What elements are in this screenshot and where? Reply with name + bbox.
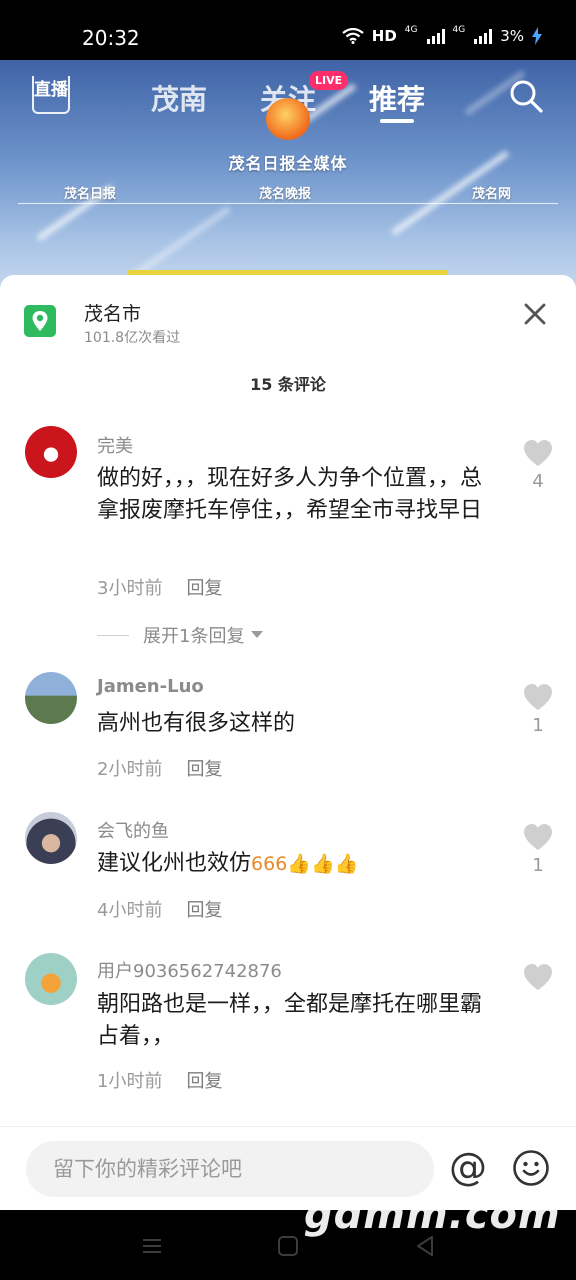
comment-meta: 4小时前 回复 xyxy=(97,896,222,922)
brand-logo xyxy=(266,98,310,140)
comment-count: 15 条评论 xyxy=(250,375,326,394)
live-badge: LIVE xyxy=(309,71,349,90)
heart-icon[interactable] xyxy=(523,963,553,991)
network-label-1: 4G xyxy=(404,25,418,35)
status-bar: 20:32 HD 4G 4G 3% xyxy=(0,0,576,60)
comment-text: 高州也有很多这样的 xyxy=(97,711,296,736)
brand-title: 茂名日报全媒体 xyxy=(228,154,348,173)
comment-emoji: 666👍👍👍 xyxy=(251,853,359,875)
comment-text-content: 建议化州也效仿 xyxy=(97,851,252,876)
comment-time: 3小时前 xyxy=(97,578,163,599)
brand-sub-web: 茂名网 xyxy=(472,187,512,202)
reply-button[interactable]: 回复 xyxy=(186,578,222,599)
close-icon[interactable] xyxy=(518,297,552,331)
avatar[interactable] xyxy=(25,672,77,724)
brand-sub-daily: 茂名日报 xyxy=(64,187,117,202)
comment-text: 建议化州也效仿666👍👍👍 xyxy=(97,848,497,880)
like-count: 4 xyxy=(532,471,544,492)
emoji-icon[interactable] xyxy=(512,1149,550,1187)
expand-replies-label: 展开1条回复 xyxy=(143,626,245,647)
location-pin-icon[interactable] xyxy=(24,305,56,337)
comment-text: 朝阳路也是一样，，全都是摩托在哪里霸占着，， xyxy=(97,992,483,1049)
comment-meta: 3小时前 回复 xyxy=(97,574,222,600)
menu-icon[interactable] xyxy=(138,1232,166,1260)
search-icon[interactable] xyxy=(508,78,544,114)
avatar[interactable] xyxy=(25,812,77,864)
tab-recommended[interactable]: 推荐 xyxy=(369,78,425,118)
avatar[interactable] xyxy=(25,953,77,1005)
charging-icon xyxy=(532,27,542,45)
heart-icon[interactable] xyxy=(523,823,553,851)
like-count: 1 xyxy=(532,715,544,736)
location-views: 101.8亿次看过 xyxy=(84,330,181,346)
comment-time: 4小时前 xyxy=(97,900,163,921)
comment-username[interactable]: 用户9036562742876 xyxy=(97,957,282,983)
reply-button[interactable]: 回复 xyxy=(186,759,222,780)
tab-maonan[interactable]: 茂南 xyxy=(151,78,207,118)
active-tab-indicator xyxy=(380,119,414,123)
comment-input[interactable] xyxy=(26,1141,434,1197)
heart-icon[interactable] xyxy=(523,683,553,711)
divider xyxy=(97,634,129,636)
comment-username[interactable]: Jamen-Luo xyxy=(97,676,204,697)
brand-divider xyxy=(18,203,558,204)
comment-text: 做的好，，，现在好多人为争个位置，，总拿报废摩托车停住，，希望全市寻找早日 xyxy=(97,466,483,523)
comment-time: 1小时前 xyxy=(97,1071,163,1092)
battery-level: 3% xyxy=(500,27,524,45)
chevron-down-icon xyxy=(251,631,264,638)
heart-icon[interactable] xyxy=(523,439,553,467)
brand-sub-evening: 茂名晚报 xyxy=(259,187,312,202)
wifi-icon xyxy=(342,28,364,44)
like-count: 1 xyxy=(532,855,544,876)
signal-icon-1 xyxy=(426,28,445,44)
network-label-2: 4G xyxy=(452,25,466,35)
status-time: 20:32 xyxy=(82,26,140,50)
hd-label: HD xyxy=(371,27,397,45)
comment-meta: 2小时前 回复 xyxy=(97,755,222,781)
location-name[interactable]: 茂名市 xyxy=(84,299,141,326)
status-icons: HD 4G 4G 3% xyxy=(342,25,542,45)
live-tab-button[interactable]: 直播 xyxy=(32,76,70,114)
comment-time: 2小时前 xyxy=(97,759,163,780)
reply-button[interactable]: 回复 xyxy=(186,1071,222,1092)
comment-meta: 1小时前 回复 xyxy=(97,1067,222,1093)
reply-button[interactable]: 回复 xyxy=(186,900,222,921)
at-mention-icon[interactable]: @ xyxy=(448,1147,488,1187)
comment-username[interactable]: 会飞的鱼 xyxy=(97,817,169,843)
home-icon[interactable] xyxy=(274,1232,302,1260)
signal-icon-2 xyxy=(474,28,493,44)
watermark: gdmm.com xyxy=(304,1192,561,1238)
avatar[interactable] xyxy=(25,426,77,478)
comment-sheet: 茂名市 101.8亿次看过 15 条评论 完美 做的好，，，现在好多人为争个位置… xyxy=(0,275,576,1210)
expand-replies-button[interactable]: 展开1条回复 xyxy=(97,622,264,648)
comment-username[interactable]: 完美 xyxy=(97,432,133,458)
